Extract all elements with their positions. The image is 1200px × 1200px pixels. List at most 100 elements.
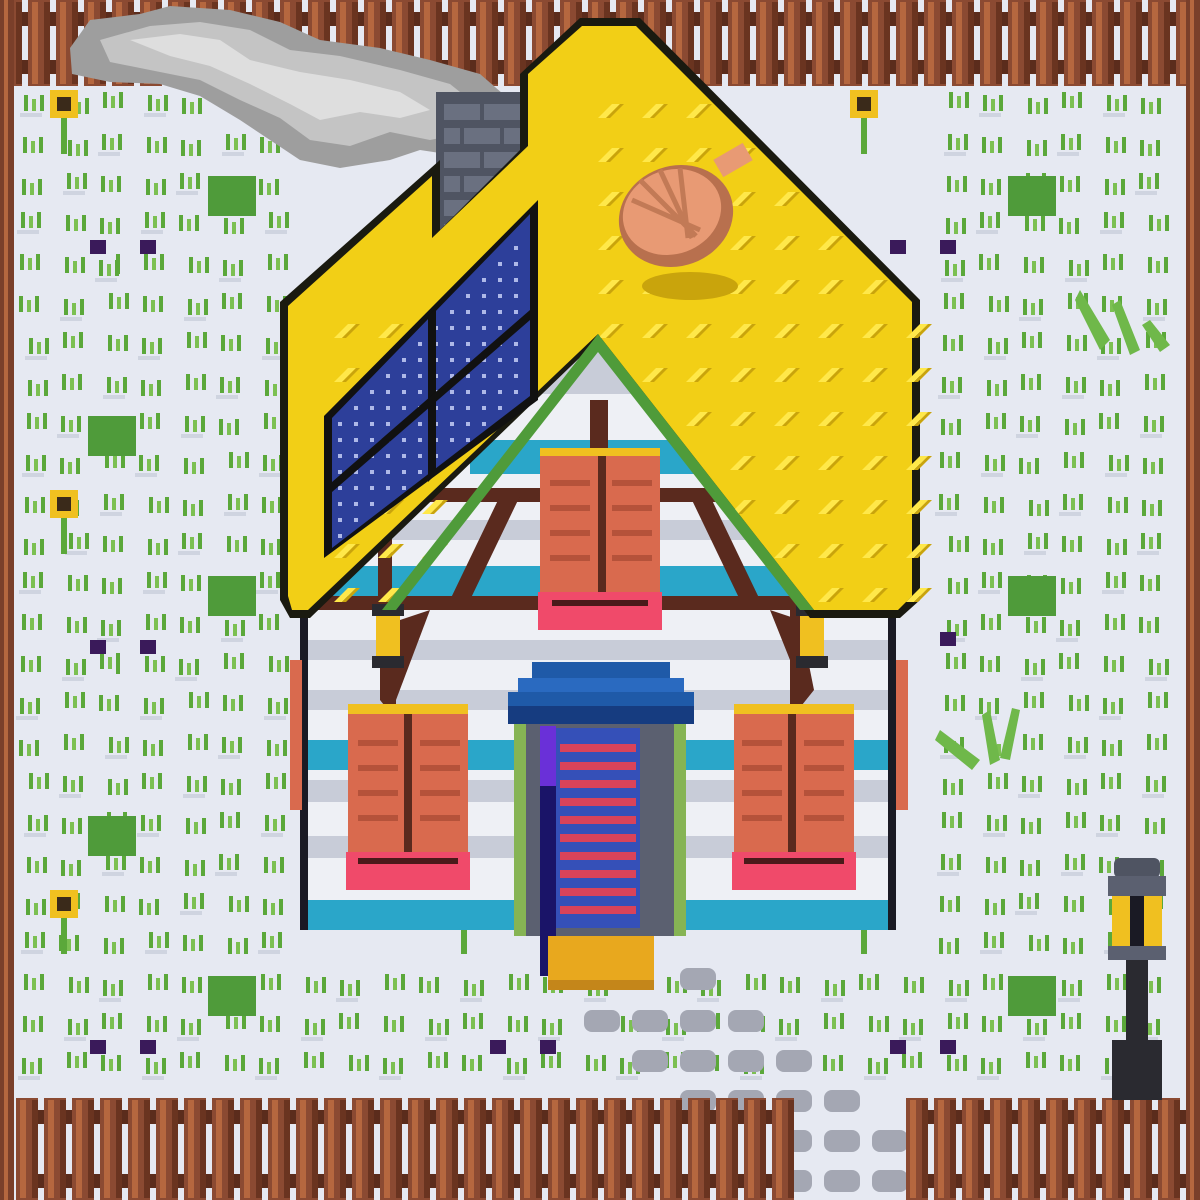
grass-tuft [264, 413, 268, 429]
grass-tuft [746, 974, 750, 990]
grass-tuft [1064, 452, 1068, 468]
grass-tuft [144, 698, 148, 714]
grass-tuft [989, 296, 993, 312]
grass-tuft [1068, 293, 1072, 309]
grass-tuft [180, 173, 184, 189]
grass-tuft [586, 1055, 590, 1071]
grass-tuft [184, 893, 188, 909]
grass-patch [1008, 576, 1056, 616]
grass-tuft [140, 413, 144, 429]
grass-tuft [61, 416, 65, 432]
grass-tuft [902, 1052, 906, 1068]
grass-tuft [105, 896, 109, 912]
grass-tuft [949, 92, 953, 108]
grass-tuft [621, 1016, 625, 1032]
grass-tuft [264, 857, 268, 873]
grass-tuft [1140, 575, 1144, 591]
grass-tuft [65, 257, 69, 273]
grass-tuft [24, 95, 28, 111]
grass-tuft [183, 935, 187, 951]
grass-tuft [224, 653, 228, 669]
grass-tuft [262, 497, 266, 513]
grass-tuft [19, 740, 23, 756]
grass-tuft [103, 92, 107, 108]
grass-tuft [304, 1052, 308, 1068]
grass-tuft [104, 938, 108, 954]
grass-tuft [102, 134, 106, 150]
grass-tuft [983, 95, 987, 111]
grass-tuft [1019, 458, 1023, 474]
grass-tuft [267, 740, 271, 756]
grass-tuft [947, 1055, 951, 1071]
grass-tuft [145, 212, 149, 228]
grass-tuft [148, 974, 152, 990]
grass-tuft [945, 695, 949, 711]
grass-tuft [1149, 659, 1153, 675]
grass-tuft [508, 1016, 512, 1032]
grass-tuft [949, 980, 953, 996]
grass-tuft [1021, 374, 1025, 390]
violet-flower-icon [940, 632, 956, 646]
grass-tuft [29, 773, 33, 789]
grass-tuft [1106, 572, 1110, 588]
grass-tuft [1149, 215, 1153, 231]
grass-tuft [982, 572, 986, 588]
grass-tuft [825, 980, 829, 996]
grass-tuft [223, 695, 227, 711]
grass-tuft [942, 377, 946, 393]
grass-tuft [823, 1055, 827, 1071]
grass-tuft [981, 1058, 985, 1074]
grass-tuft [222, 737, 226, 753]
grass-tuft [982, 1016, 986, 1032]
grass-tuft [186, 818, 190, 834]
grass-tuft [1028, 533, 1032, 549]
grass-tuft [940, 452, 944, 468]
grass-tuft [68, 1019, 72, 1035]
grass-tuft [142, 773, 146, 789]
flower-box [346, 852, 470, 890]
grass-tuft [903, 1019, 907, 1035]
flower-box [732, 852, 856, 890]
grass-tuft [68, 575, 72, 591]
grass-tuft [1028, 98, 1032, 114]
grass-tuft [61, 860, 65, 876]
grass-tuft [1105, 614, 1109, 630]
grass-tuft [187, 776, 191, 792]
grass-tuft [229, 896, 233, 912]
grass-tuft [1144, 416, 1148, 432]
grass-tuft [259, 614, 263, 630]
grass-tuft [261, 539, 265, 555]
grass-tuft [146, 614, 150, 630]
grass-tuft [139, 455, 143, 471]
grass-tuft [1060, 176, 1064, 192]
farm-scene [0, 0, 1200, 1200]
grass-tuft [263, 899, 267, 915]
grass-tuft [1068, 737, 1072, 753]
grass-tuft [1029, 500, 1033, 516]
grass-tuft [1107, 974, 1111, 990]
grass-tuft [221, 779, 225, 795]
grass-tuft [182, 533, 186, 549]
grass-tuft [1020, 416, 1024, 432]
grass-tuft [19, 296, 23, 312]
grass-tuft [260, 1016, 264, 1032]
grass-tuft [267, 296, 271, 312]
grass-tuft [986, 857, 990, 873]
grass-tuft [179, 659, 183, 675]
grass-tuft [1103, 698, 1107, 714]
grass-tuft [1065, 854, 1069, 870]
grass-tuft [102, 578, 106, 594]
grass-tuft [1063, 494, 1067, 510]
grass-tuft [268, 698, 272, 714]
grass-tuft [1069, 260, 1073, 276]
grass-tuft [946, 218, 950, 234]
grass-tuft [108, 779, 112, 795]
grass-tuft [980, 212, 984, 228]
grass-tuft [24, 539, 28, 555]
grass-tuft [946, 653, 950, 669]
grass-tuft [24, 974, 28, 990]
grass-tuft [144, 254, 148, 270]
grass-tuft [28, 380, 32, 396]
grass-tuft [1067, 779, 1071, 795]
grass-tuft [541, 1052, 545, 1068]
